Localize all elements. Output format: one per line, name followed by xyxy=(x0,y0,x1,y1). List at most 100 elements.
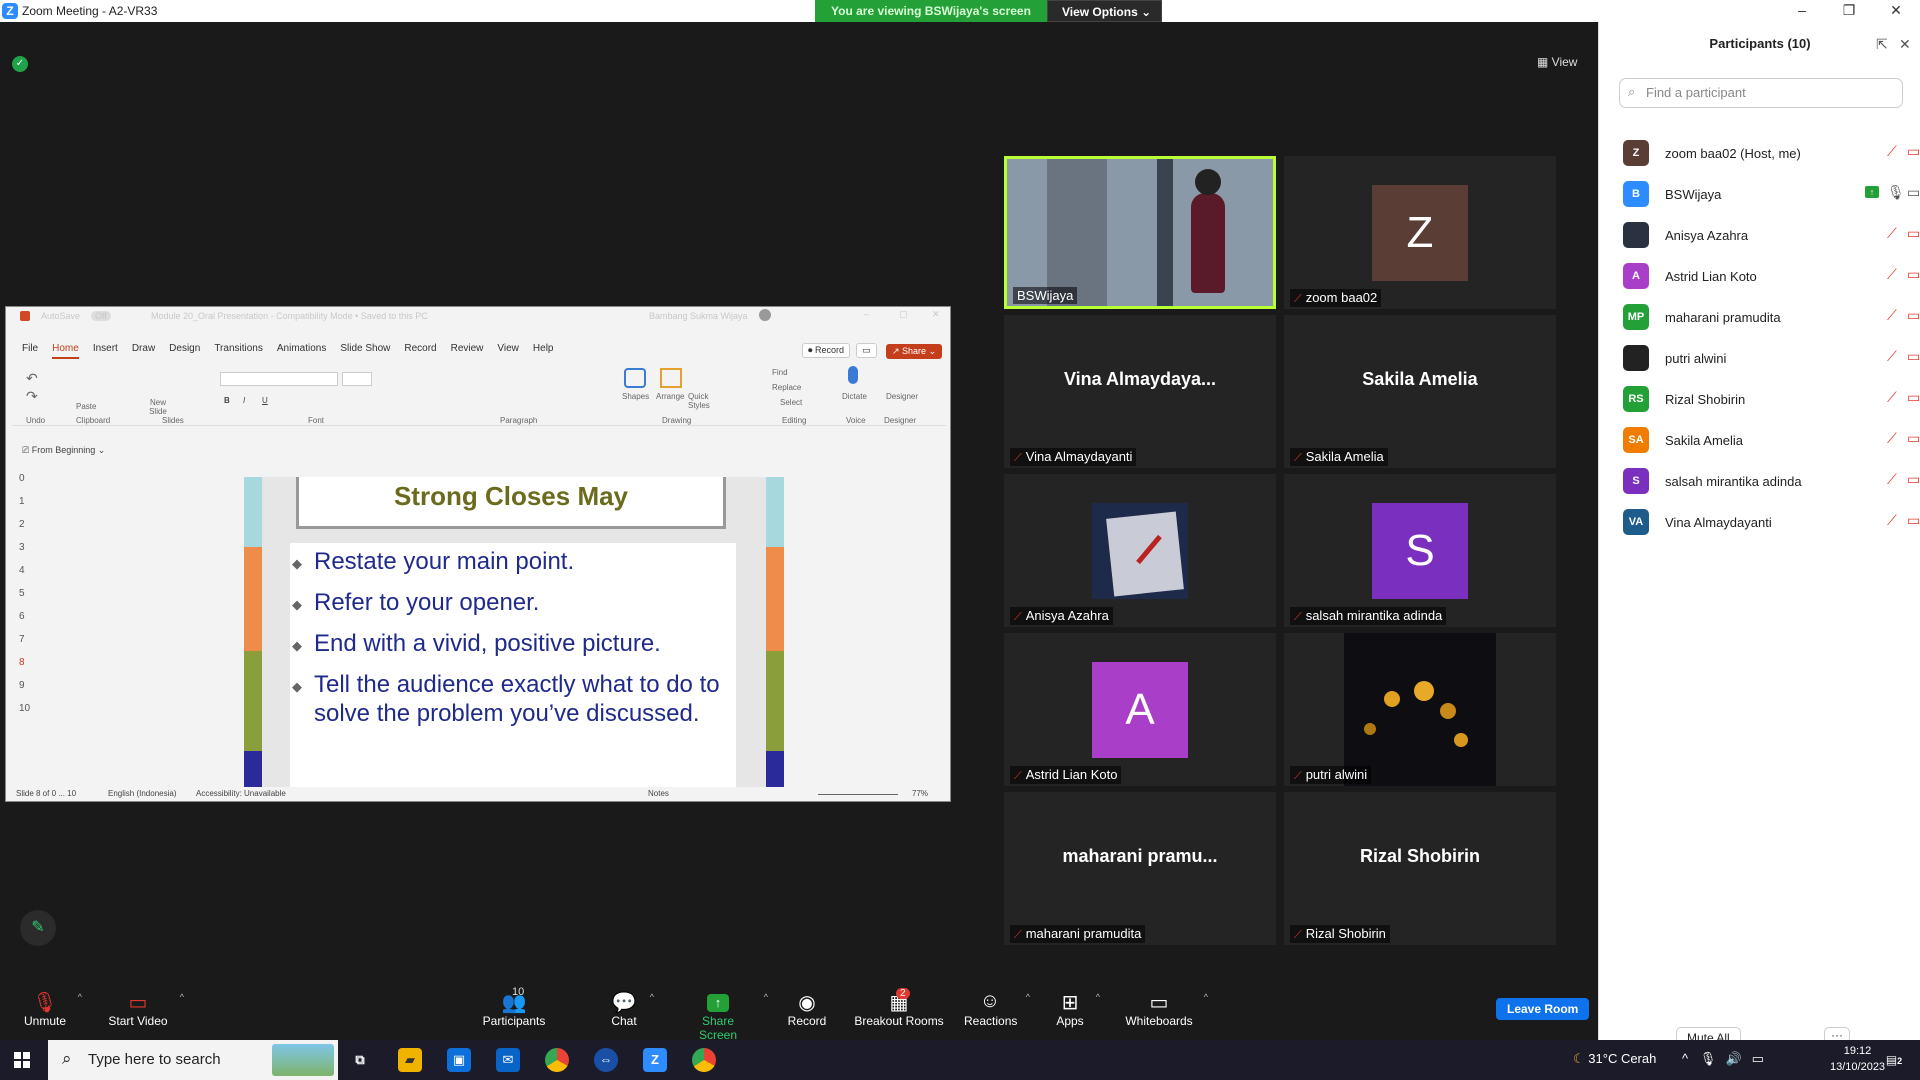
close-icon[interactable]: ✕ xyxy=(1884,2,1908,19)
font-size-box[interactable] xyxy=(342,372,372,386)
menu-view[interactable]: View xyxy=(497,343,519,359)
slide-thumb[interactable]: 1 xyxy=(14,496,56,519)
video-tile-salsah[interactable]: S ⟋ salsah mirantika adinda xyxy=(1284,474,1556,627)
file-explorer-icon[interactable]: ▰ xyxy=(398,1048,422,1072)
record-button[interactable]: ◉ Record xyxy=(786,990,828,1028)
menu-insert[interactable]: Insert xyxy=(93,343,118,359)
participants-button[interactable]: 👥 10 Participants xyxy=(478,986,550,1028)
share-screen-button[interactable]: ↑ Share Screen ^ xyxy=(682,990,768,1042)
quick-styles-label[interactable]: Quick Styles xyxy=(688,392,716,410)
notification-icon[interactable]: ▤2 xyxy=(1882,1048,1906,1072)
menu-animations[interactable]: Animations xyxy=(277,343,326,359)
microphone-tray-icon[interactable]: 🎙 xyxy=(1700,1051,1717,1066)
store-icon[interactable]: ▣ xyxy=(447,1048,471,1072)
slide-thumb[interactable]: 6 xyxy=(14,611,56,634)
whiteboards-button[interactable]: ▭ Whiteboards ^ xyxy=(1124,990,1208,1028)
new-slide-label[interactable]: New Slide xyxy=(143,398,173,416)
undo-icon[interactable]: ↶ xyxy=(26,370,38,387)
participant-row[interactable]: Z zoom baa02 (Host, me) ⟋ ▭ xyxy=(1623,132,1920,173)
network-icon[interactable]: ▭ xyxy=(1752,1051,1764,1066)
menu-slide-show[interactable]: Slide Show xyxy=(340,343,390,359)
zoom-taskbar-icon[interactable]: Z xyxy=(643,1048,667,1072)
clock[interactable]: 19:12 13/10/2023 xyxy=(1830,1043,1885,1075)
microphone-icon[interactable] xyxy=(848,366,858,384)
participant-row[interactable]: VA Vina Almaydayanti ⟋ ▭ xyxy=(1623,501,1920,542)
menu-record[interactable]: Record xyxy=(404,343,436,359)
menu-transitions[interactable]: Transitions xyxy=(214,343,263,359)
italic-icon[interactable]: I xyxy=(243,396,245,405)
participant-row[interactable]: B BSWijaya ↑ 🎙 ▭ xyxy=(1623,173,1920,214)
slide-thumb-active[interactable]: 8 xyxy=(14,657,56,680)
ppt-close-icon[interactable]: ✕ xyxy=(932,309,940,320)
chrome-app-icon[interactable] xyxy=(692,1048,716,1072)
ppt-record-button[interactable]: ⏺ Record xyxy=(802,343,851,358)
security-shield-icon[interactable]: ✓ xyxy=(12,56,28,72)
video-tile-anisya[interactable]: ⟋ Anisya Azahra xyxy=(1004,474,1276,627)
annotate-pen-icon[interactable]: ✎ xyxy=(20,910,56,946)
ppt-maximize-icon[interactable]: ▢ xyxy=(899,309,908,320)
slide-thumb[interactable]: 10 xyxy=(14,703,56,726)
menu-file[interactable]: File xyxy=(22,343,38,359)
video-tile-astrid[interactable]: A ⟋ Astrid Lian Koto xyxy=(1004,633,1276,786)
shared-screen[interactable]: AutoSave Off Module 20_Oral Presentation… xyxy=(5,306,951,802)
close-panel-icon[interactable]: ✕ xyxy=(1899,36,1911,53)
chevron-up-icon[interactable]: ^ xyxy=(78,992,82,1002)
unmute-button[interactable]: 🎙 Unmute ^ xyxy=(22,990,82,1028)
bold-icon[interactable]: B xyxy=(224,396,230,405)
video-tile-vina[interactable]: Vina Almaydaya... ⟋ Vina Almaydayanti xyxy=(1004,315,1276,468)
participant-row[interactable]: RS Rizal Shobirin ⟋ ▭ xyxy=(1623,378,1920,419)
view-button[interactable]: ▦ View xyxy=(1537,55,1577,69)
slide-thumb[interactable]: 3 xyxy=(14,542,56,565)
participant-row[interactable]: SA Sakila Amelia ⟋ ▭ xyxy=(1623,419,1920,460)
video-tile-putri[interactable]: ⟋ putri alwini xyxy=(1284,633,1556,786)
arrange-label[interactable]: Arrange xyxy=(656,392,684,401)
breakout-rooms-button[interactable]: ▦ 2 Breakout Rooms xyxy=(854,988,944,1028)
video-tile-bswijaya[interactable]: BSWijaya xyxy=(1004,156,1276,309)
teamviewer-icon[interactable]: ⇔ xyxy=(594,1048,618,1072)
video-tile-maharani[interactable]: maharani pramu... ⟋ maharani pramudita xyxy=(1004,792,1276,945)
slide-thumb[interactable]: 2 xyxy=(14,519,56,542)
paste-label[interactable]: Paste xyxy=(76,402,96,411)
dictate-label[interactable]: Dictate xyxy=(842,392,867,401)
chevron-up-icon[interactable]: ^ xyxy=(1204,992,1208,1002)
participant-row[interactable]: S salsah mirantika adinda ⟋ ▭ xyxy=(1623,460,1920,501)
slide-thumbnails[interactable]: 0 1 2 3 4 5 6 7 8 9 10 xyxy=(14,473,56,793)
slide-thumb[interactable]: 0 xyxy=(14,473,56,496)
font-name-box[interactable] xyxy=(220,372,338,386)
video-tile-rizal[interactable]: Rizal Shobirin ⟋ Rizal Shobirin xyxy=(1284,792,1556,945)
redo-icon[interactable]: ↷ xyxy=(26,388,38,405)
replace-label[interactable]: Replace xyxy=(772,383,801,392)
shapes-label[interactable]: Shapes xyxy=(622,392,649,401)
menu-review[interactable]: Review xyxy=(451,343,484,359)
zoom-slider[interactable] xyxy=(818,794,898,795)
pop-out-icon[interactable]: ⇱ xyxy=(1876,36,1888,53)
chevron-up-icon[interactable]: ^ xyxy=(650,992,654,1002)
slide-thumb[interactable]: 7 xyxy=(14,634,56,657)
menu-help[interactable]: Help xyxy=(533,343,554,359)
slide-thumb[interactable]: 4 xyxy=(14,565,56,588)
weather-text[interactable]: 31°C Cerah xyxy=(1588,1051,1656,1066)
speaker-icon[interactable]: 🔊 xyxy=(1726,1051,1742,1066)
autosave-toggle[interactable]: Off xyxy=(91,311,111,321)
comments-icon[interactable]: ▭ xyxy=(856,343,877,358)
participant-row[interactable]: putri alwini ⟋ ▭ xyxy=(1623,337,1920,378)
apps-button[interactable]: ⊞ Apps ^ xyxy=(1054,990,1100,1028)
participant-row[interactable]: A Astrid Lian Koto ⟋ ▭ xyxy=(1623,255,1920,296)
windows-start-icon[interactable] xyxy=(14,1052,30,1068)
underline-icon[interactable]: U xyxy=(262,396,268,405)
video-tile-zoom-baa02[interactable]: Z ⟋ zoom baa02 xyxy=(1284,156,1556,309)
reactions-button[interactable]: ☺ Reactions ^ xyxy=(964,990,1030,1028)
from-beginning-button[interactable]: ⎚ From Beginning ⌄ xyxy=(22,445,105,456)
chevron-up-icon[interactable]: ^ xyxy=(1682,1051,1688,1066)
chat-button[interactable]: 💬 Chat ^ xyxy=(608,990,654,1028)
view-options-button[interactable]: View Options ⌄ xyxy=(1046,0,1163,22)
restore-icon[interactable]: ❐ xyxy=(1837,2,1861,19)
participant-row[interactable]: MP maharani pramudita ⟋ ▭ xyxy=(1623,296,1920,337)
slide-canvas[interactable]: Strong Closes May Restate your main poin… xyxy=(244,477,784,787)
menu-home[interactable]: Home xyxy=(52,343,79,359)
chevron-up-icon[interactable]: ^ xyxy=(1096,992,1100,1002)
menu-design[interactable]: Design xyxy=(169,343,200,359)
status-accessibility[interactable]: Accessibility: Unavailable xyxy=(196,789,286,798)
chevron-up-icon[interactable]: ^ xyxy=(180,992,184,1002)
mail-icon[interactable]: ✉ xyxy=(496,1048,520,1072)
